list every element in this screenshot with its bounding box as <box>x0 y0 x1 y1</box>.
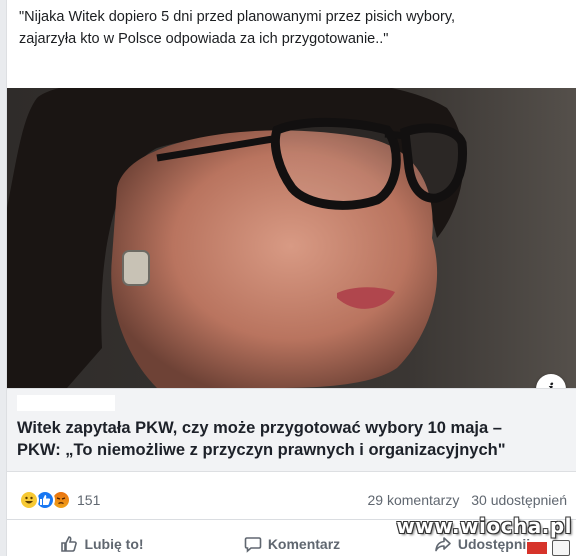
thumbs-up-icon <box>61 536 78 552</box>
facebook-post: "Nijaka Witek dopiero 5 dni przed planow… <box>6 0 576 556</box>
shares-count-link[interactable]: 30 udostępnień <box>471 492 567 508</box>
reactions-summary[interactable]: 151 <box>19 490 100 510</box>
link-domain-redacted <box>17 395 115 411</box>
comment-button[interactable]: Komentarz <box>197 526 387 556</box>
haha-icon <box>19 490 39 510</box>
watermark-logo-icon <box>552 540 570 556</box>
comment-icon <box>244 537 262 553</box>
comment-label: Komentarz <box>267 536 341 552</box>
site-watermark: www.wiocha.pl <box>396 514 572 538</box>
link-preview-image[interactable] <box>7 88 576 388</box>
reaction-count: 151 <box>77 492 101 508</box>
comments-count-link[interactable]: 29 komentarzy <box>368 492 460 508</box>
link-title-line-1: Witek zapytała PKW, czy może przygotować… <box>17 419 502 437</box>
engagement-counts: 29 komentarzy 30 udostępnień <box>360 492 567 508</box>
link-title-line-2: PKW: „To niemożliwe z przyczyn prawnych … <box>17 441 506 459</box>
post-text: "Nijaka Witek dopiero 5 dni przed planow… <box>19 9 456 47</box>
watermark-flag-icon <box>526 541 548 555</box>
portrait-photo <box>7 88 576 388</box>
like-button[interactable]: Lubię to! <box>7 526 197 556</box>
like-label: Lubię to! <box>84 536 144 552</box>
link-title[interactable]: Witek zapytała PKW, czy może przygotować… <box>17 417 565 461</box>
link-preview-box[interactable]: Witek zapytała PKW, czy może przygotować… <box>7 388 576 472</box>
share-label: Udostępnij <box>457 536 531 552</box>
